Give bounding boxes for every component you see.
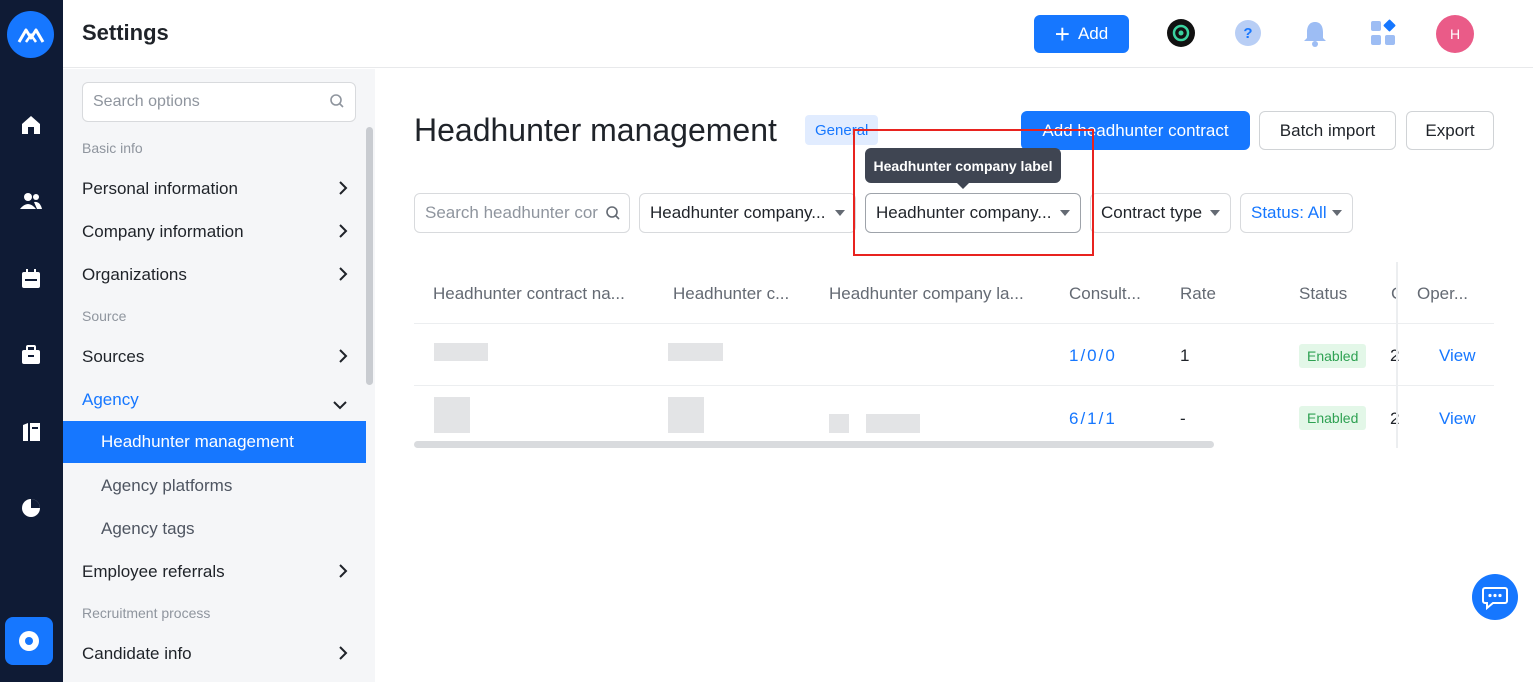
c-cell: 2 xyxy=(1390,409,1400,428)
chevron-down-icon xyxy=(332,395,348,415)
consultants-cell[interactable]: 6/1/1 xyxy=(1069,409,1117,429)
avatar[interactable]: H xyxy=(1436,15,1474,53)
section-recruitment-process: Recruitment process xyxy=(82,605,211,621)
sidebar-item-candidate-info[interactable]: Candidate info xyxy=(63,633,366,675)
chevron-right-icon xyxy=(338,645,348,666)
contract-type-filter-label: Contract type xyxy=(1101,203,1203,222)
search-icon xyxy=(329,93,345,114)
redacted-cell xyxy=(829,414,849,433)
sidebar-item-employee-referrals[interactable]: Employee referrals xyxy=(63,551,366,593)
sidebar-item-agency[interactable]: Agency xyxy=(63,379,366,421)
sidebar-item-personal-information[interactable]: Personal information xyxy=(63,168,366,210)
redacted-cell xyxy=(434,397,470,433)
calendar-icon[interactable] xyxy=(17,265,45,293)
consultants-cell[interactable]: 1/0/0 xyxy=(1069,346,1117,366)
col-header-consultants[interactable]: Consult... xyxy=(1069,284,1141,304)
pie-chart-icon[interactable] xyxy=(17,494,45,522)
sidebar-item-label: Candidate info xyxy=(82,644,192,663)
sidebar-item-label: Employee referrals xyxy=(82,562,225,581)
page-header-title: Settings xyxy=(82,20,169,45)
rate-cell: 1 xyxy=(1180,346,1190,365)
sidebar-item-company-information[interactable]: Company information xyxy=(63,211,366,253)
contract-type-filter[interactable]: Contract type xyxy=(1090,193,1231,233)
fixed-column-divider xyxy=(1396,262,1398,448)
redacted-cell xyxy=(668,343,723,361)
search-headhunter-input[interactable]: Search headhunter cor xyxy=(414,193,630,233)
status-badge: Enabled xyxy=(1299,344,1367,368)
assistant-icon[interactable] xyxy=(1166,18,1196,48)
svg-text:?: ? xyxy=(1243,25,1252,42)
settings-sidebar: Search options Basic info Personal infor… xyxy=(63,69,375,682)
help-icon[interactable]: ? xyxy=(1233,18,1263,48)
chevron-right-icon xyxy=(338,348,348,369)
search-icon xyxy=(601,205,621,226)
highlight-box xyxy=(853,129,1094,256)
header-divider xyxy=(414,323,1494,324)
chevron-right-icon xyxy=(338,563,348,584)
status-badge: Enabled xyxy=(1299,406,1367,430)
logo-icon[interactable] xyxy=(7,11,54,58)
sidebar-item-agency-platforms[interactable]: Agency platforms xyxy=(63,465,366,507)
col-header-company-label[interactable]: Headhunter company la... xyxy=(829,284,1024,304)
apps-icon[interactable] xyxy=(1368,18,1398,48)
top-header: Settings + Add ? H xyxy=(63,0,1533,68)
sidebar-scrollbar[interactable] xyxy=(366,127,373,385)
chat-icon[interactable] xyxy=(1472,574,1518,620)
section-source: Source xyxy=(82,308,127,324)
sidebar-item-label: Personal information xyxy=(82,179,238,198)
sidebar-item-label: Agency xyxy=(82,390,139,409)
chevron-right-icon xyxy=(338,180,348,201)
view-link[interactable]: View xyxy=(1439,346,1476,366)
headhunter-company-filter-label: Headhunter company... xyxy=(650,203,826,222)
plus-icon: + xyxy=(1054,19,1070,49)
c-cell: 2 xyxy=(1390,346,1400,365)
caret-down-icon xyxy=(1332,210,1342,216)
redacted-cell xyxy=(668,397,704,433)
col-header-rate[interactable]: Rate xyxy=(1180,284,1216,304)
redacted-cell xyxy=(866,414,920,433)
briefcase-icon[interactable] xyxy=(17,341,45,369)
status-filter-label: Status: All xyxy=(1251,203,1327,222)
sidebar-item-organizations[interactable]: Organizations xyxy=(63,254,366,296)
people-icon[interactable] xyxy=(17,187,45,215)
sidebar-item-label: Company information xyxy=(82,222,244,241)
caret-down-icon xyxy=(1210,210,1220,216)
search-headhunter-placeholder: Search headhunter cor xyxy=(425,203,598,222)
sidebar-item-label: Agency tags xyxy=(101,519,195,538)
page-title: Headhunter management xyxy=(414,112,777,148)
view-link[interactable]: View xyxy=(1439,409,1476,429)
batch-import-button[interactable]: Batch import xyxy=(1259,111,1396,150)
sidebar-item-label: Agency platforms xyxy=(101,476,233,495)
settings-icon[interactable] xyxy=(5,617,53,665)
left-rail xyxy=(0,0,63,682)
sidebar-item-label: Sources xyxy=(82,347,145,366)
chevron-right-icon xyxy=(338,223,348,244)
add-button[interactable]: + Add xyxy=(1034,15,1129,53)
sidebar-item-label: Headhunter management xyxy=(101,432,294,451)
bell-icon[interactable] xyxy=(1300,18,1330,48)
col-header-contract-name[interactable]: Headhunter contract na... xyxy=(433,284,625,304)
sidebar-item-label: Organizations xyxy=(82,265,187,284)
search-options-placeholder: Search options xyxy=(93,93,200,110)
status-filter[interactable]: Status: All xyxy=(1240,193,1353,233)
export-button[interactable]: Export xyxy=(1406,111,1494,150)
book-icon[interactable] xyxy=(17,418,45,446)
add-button-label: Add xyxy=(1077,24,1109,43)
sidebar-item-sources[interactable]: Sources xyxy=(63,336,366,378)
redacted-cell xyxy=(434,343,488,361)
rate-cell: - xyxy=(1180,409,1186,428)
col-header-company[interactable]: Headhunter c... xyxy=(673,284,789,304)
col-header-status[interactable]: Status xyxy=(1299,284,1347,304)
table-horizontal-scrollbar[interactable] xyxy=(414,441,1214,448)
home-icon[interactable] xyxy=(17,111,45,139)
chevron-right-icon xyxy=(338,266,348,287)
caret-down-icon xyxy=(835,210,845,216)
sidebar-item-headhunter-management[interactable]: Headhunter management xyxy=(63,421,366,463)
headhunter-company-filter[interactable]: Headhunter company... xyxy=(639,193,856,233)
section-basic-info: Basic info xyxy=(82,140,143,156)
row-divider xyxy=(414,385,1494,386)
sidebar-item-agency-tags[interactable]: Agency tags xyxy=(63,508,366,550)
col-header-operations[interactable]: Oper... xyxy=(1417,284,1468,304)
search-options-input[interactable]: Search options xyxy=(82,82,356,122)
